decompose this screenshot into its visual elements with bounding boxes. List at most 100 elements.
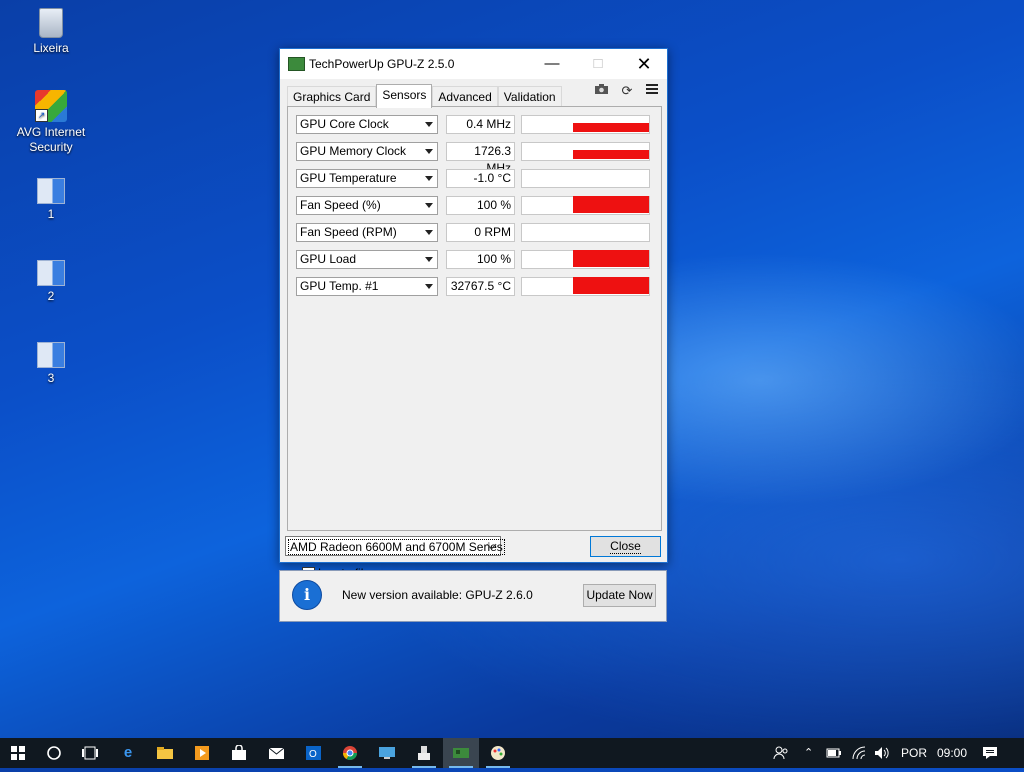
tab-advanced[interactable]: Advanced (432, 86, 498, 107)
sensor-name-select[interactable]: GPU Temp. #1 (296, 277, 438, 296)
outlook-taskbar-button[interactable]: O (295, 738, 331, 768)
task-view-button[interactable] (72, 738, 108, 768)
language-indicator[interactable]: POR (901, 738, 927, 768)
sensor-name-select[interactable]: GPU Core Clock (296, 115, 438, 134)
info-icon: i (292, 580, 322, 610)
sensor-graph (521, 169, 650, 188)
windows-logo-icon (11, 746, 25, 760)
store-bag-icon (232, 744, 246, 760)
sensor-name: GPU Temperature (300, 171, 397, 185)
desktop-icon-label: 2 (47, 289, 55, 303)
gpuz-taskbar-button[interactable] (443, 738, 479, 768)
media-player-icon (195, 746, 209, 760)
desktop-icon-label: 3 (47, 371, 55, 385)
desktop-icon-3[interactable]: 3 (12, 342, 90, 386)
outlook-icon: O (305, 746, 321, 760)
window-close-button[interactable]: ✕ (621, 49, 667, 79)
edge-icon: e (123, 744, 133, 761)
camera-icon[interactable] (591, 83, 611, 99)
sensor-value: 1726.3 MHz (446, 142, 515, 175)
paint-taskbar-button[interactable] (480, 738, 516, 768)
close-button[interactable]: Close (590, 536, 661, 557)
document-icon (37, 342, 65, 368)
chevron-down-icon (425, 203, 433, 208)
update-now-button[interactable]: Update Now (583, 584, 656, 607)
menu-icon[interactable] (642, 83, 662, 99)
desktop-icon-recycle-bin[interactable]: Lixeira (12, 8, 90, 56)
gpuz-app-icon (288, 57, 305, 71)
clock[interactable]: 09:00 (937, 738, 967, 768)
avg-icon: ↗ (35, 90, 67, 122)
start-button[interactable] (0, 738, 36, 768)
desktop-icon-avg[interactable]: ↗ AVG Internet Security (12, 90, 90, 155)
action-center-icon[interactable] (982, 738, 1002, 768)
sensor-name: GPU Memory Clock (300, 144, 407, 158)
file-explorer-taskbar-button[interactable] (147, 738, 183, 768)
sensor-name-select[interactable]: GPU Temperature (296, 169, 438, 188)
tab-validation[interactable]: Validation (497, 86, 562, 107)
sensor-value: 0.4 MHz (446, 115, 515, 134)
sensor-value: -1.0 °C (446, 169, 515, 188)
people-icon[interactable] (773, 738, 793, 768)
chrome-taskbar-button[interactable] (332, 738, 368, 768)
maximize-button[interactable]: □ (575, 49, 621, 79)
sensor-name-select[interactable]: GPU Load (296, 250, 438, 269)
update-notification: i New version available: GPU-Z 2.6.0 Upd… (279, 570, 667, 622)
sensor-graph-bar (573, 123, 649, 132)
svg-text:O: O (309, 749, 317, 760)
desktop-icon-label: AVG Internet Security (16, 125, 86, 154)
tab-sensors[interactable]: Sensors (376, 84, 433, 108)
sensor-graph-bar (573, 150, 649, 159)
sensor-graph-bar (573, 277, 649, 294)
sensor-name: GPU Core Clock (300, 117, 389, 131)
sensor-value: 100 % (446, 250, 515, 269)
gpuz-window: TechPowerUp GPU-Z 2.5.0 — □ ✕ Graphics C… (279, 48, 668, 580)
paint-palette-icon (491, 746, 505, 760)
sensor-graph (521, 250, 650, 269)
tab-graphics-card[interactable]: Graphics Card (287, 86, 377, 107)
search-button[interactable] (36, 738, 72, 768)
close-button-label: Close (610, 539, 641, 554)
window-title: TechPowerUp GPU-Z 2.5.0 (309, 57, 455, 71)
desktop-icon-1[interactable]: 1 (12, 178, 90, 222)
chevron-down-icon (425, 230, 433, 235)
refresh-icon[interactable]: ⟳ (617, 83, 637, 99)
chevron-down-icon (425, 284, 433, 289)
task-view-icon (82, 746, 98, 760)
store-taskbar-button[interactable] (221, 738, 257, 768)
devices-taskbar-button[interactable] (406, 738, 442, 768)
title-bar[interactable]: TechPowerUp GPU-Z 2.5.0 — □ ✕ (280, 49, 667, 79)
sensor-graph (521, 277, 650, 296)
chevron-up-icon[interactable]: ⌃ (804, 738, 818, 768)
sensor-name-select[interactable]: GPU Memory Clock (296, 142, 438, 161)
document-icon (37, 178, 65, 204)
remote-desktop-taskbar-button[interactable] (369, 738, 405, 768)
sensor-name: Fan Speed (%) (300, 198, 381, 212)
edge-taskbar-button[interactable]: e (110, 738, 146, 768)
document-icon (37, 260, 65, 286)
mail-taskbar-button[interactable] (258, 738, 294, 768)
shortcut-arrow-icon: ↗ (35, 109, 48, 122)
sensor-value: 100 % (446, 196, 515, 215)
wifi-icon[interactable] (852, 738, 870, 768)
desktop-icon-label: Lixeira (33, 41, 69, 55)
minimize-button[interactable]: — (529, 49, 575, 79)
tab-strip: Graphics Card Sensors Advanced Validatio… (287, 84, 562, 108)
recycle-bin-icon (39, 8, 63, 38)
gpu-select-value: AMD Radeon 6600M and 6700M Series (288, 539, 505, 555)
sensor-graph-bar (573, 196, 649, 213)
desktop-icon-2[interactable]: 2 (12, 260, 90, 304)
chevron-down-icon (425, 122, 433, 127)
taskbar: e O ⌃ POR 09:00 (0, 738, 1024, 768)
sensor-name-select[interactable]: Fan Speed (RPM) (296, 223, 438, 242)
sensor-name-select[interactable]: Fan Speed (%) (296, 196, 438, 215)
gpu-select[interactable]: AMD Radeon 6600M and 6700M Series (285, 536, 505, 556)
sensor-value: 32767.5 °C (446, 277, 515, 296)
chevron-down-icon (425, 176, 433, 181)
sensor-graph (521, 115, 650, 134)
volume-icon[interactable] (874, 738, 892, 768)
media-player-taskbar-button[interactable] (184, 738, 220, 768)
battery-icon[interactable] (826, 738, 844, 768)
sensor-graph (521, 196, 650, 215)
remote-desktop-icon (379, 747, 395, 759)
